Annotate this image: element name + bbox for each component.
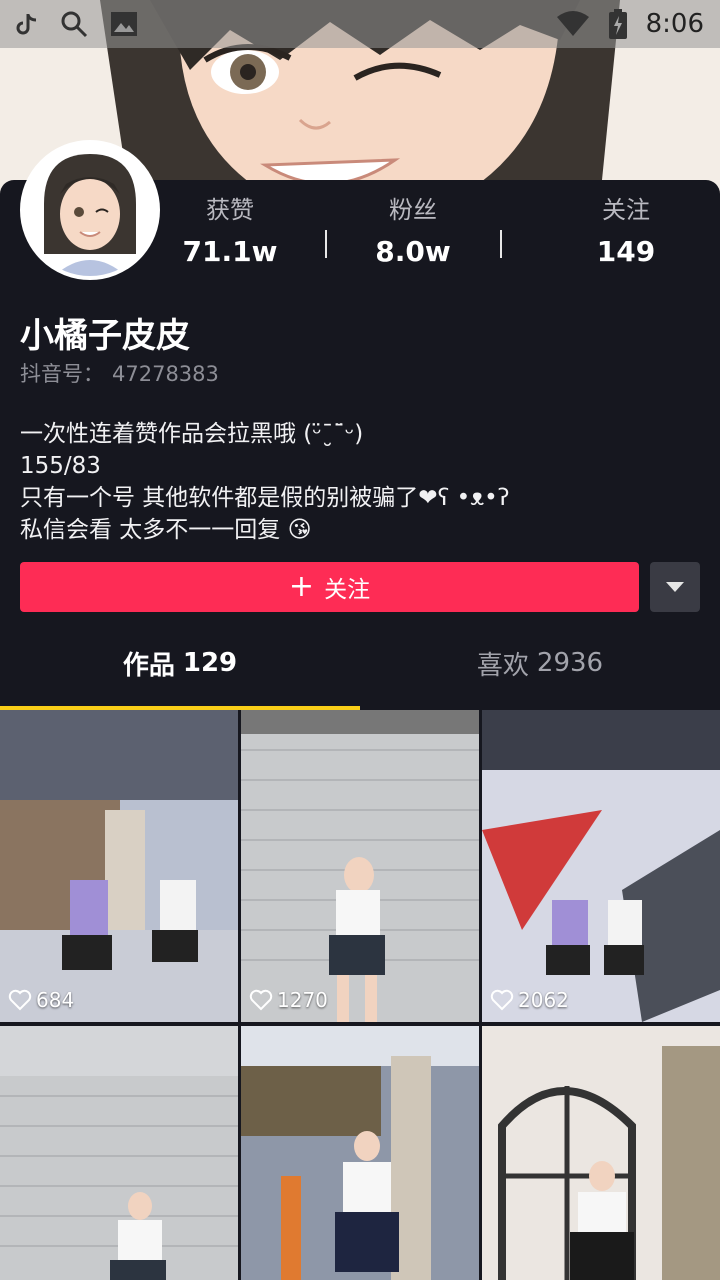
stat-divider [325, 230, 327, 258]
plus-icon: + [288, 569, 315, 604]
like-count-text: 2062 [518, 988, 569, 1012]
stat-likes-value: 71.1w [182, 235, 278, 268]
tab-works-count: 129 [182, 648, 238, 678]
avatar[interactable] [20, 140, 160, 280]
like-count-text: 684 [36, 988, 75, 1012]
profile-stats: 获赞 71.1w 粉丝 8.0w 关注 149 [160, 190, 720, 270]
tab-likes-count: 2936 [536, 648, 604, 678]
stat-divider [500, 230, 502, 258]
tab-likes[interactable]: 喜欢 2936 [360, 620, 720, 706]
like-count-text: 1270 [277, 988, 328, 1012]
video-thumbnail[interactable] [482, 1026, 720, 1280]
heart-icon [249, 989, 273, 1011]
video-thumbnail[interactable] [241, 1026, 479, 1280]
profile-tabs: 作品 129 喜欢 2936 [0, 620, 720, 710]
profile-uid: 抖音号： 47278383 [20, 358, 219, 388]
heart-icon [490, 989, 514, 1011]
stat-followers-value: 8.0w [375, 235, 451, 268]
video-like-count: 1270 [249, 988, 328, 1012]
tab-works-label: 作品 [122, 650, 175, 681]
profile-name: 小橘子皮皮 [20, 316, 190, 356]
bio-line: 私信会看 太多不一一回复 😘 [20, 517, 312, 543]
uid-label: 抖音号： [20, 362, 104, 386]
stat-followers[interactable]: 粉丝 8.0w [353, 190, 473, 268]
more-options-button[interactable] [650, 562, 700, 612]
chevron-down-icon [666, 582, 684, 592]
stat-likes-label: 获赞 [206, 196, 254, 224]
stat-likes[interactable]: 获赞 71.1w [170, 190, 290, 268]
search-icon [60, 10, 88, 38]
tiktok-notification-icon [16, 12, 38, 36]
battery-icon [608, 9, 628, 39]
status-bar: 8:06 [0, 0, 720, 48]
tab-likes-label: 喜欢 [476, 650, 529, 681]
video-like-count: 684 [8, 988, 74, 1012]
video-thumbnail[interactable]: 2062 [482, 710, 720, 1022]
video-thumbnail[interactable] [0, 1026, 238, 1280]
gallery-icon [110, 11, 138, 37]
follow-button[interactable]: + 关注 [20, 562, 639, 612]
video-thumbnail[interactable]: 1270 [241, 710, 479, 1022]
stat-following-label: 关注 [602, 196, 650, 224]
tab-works[interactable]: 作品 129 [0, 620, 360, 706]
video-like-count: 2062 [490, 988, 569, 1012]
bio-line: 155/83 [20, 453, 101, 479]
follow-button-label: 关注 [324, 577, 371, 603]
uid-value: 47278383 [112, 362, 219, 386]
video-thumbnail[interactable]: 684 [0, 710, 238, 1022]
heart-icon [8, 989, 32, 1011]
stat-followers-label: 粉丝 [389, 196, 437, 224]
profile-bio: 一次性连着赞作品会拉黑哦 (ᵕ̈ˉ̮ˉ̈ᵕ) 155/83 只有一个号 其他软件… [20, 418, 509, 546]
wifi-icon [556, 11, 590, 37]
bio-line: 只有一个号 其他软件都是假的别被骗了❤ʕ •ᴥ•ʔ [20, 485, 510, 511]
clock-time: 8:06 [645, 9, 704, 39]
stat-following-value: 149 [596, 235, 656, 268]
stat-following[interactable]: 关注 149 [566, 190, 686, 268]
bio-line: 一次性连着赞作品会拉黑哦 (ᵕ̈ˉ̮ˉ̈ᵕ) [20, 421, 364, 447]
